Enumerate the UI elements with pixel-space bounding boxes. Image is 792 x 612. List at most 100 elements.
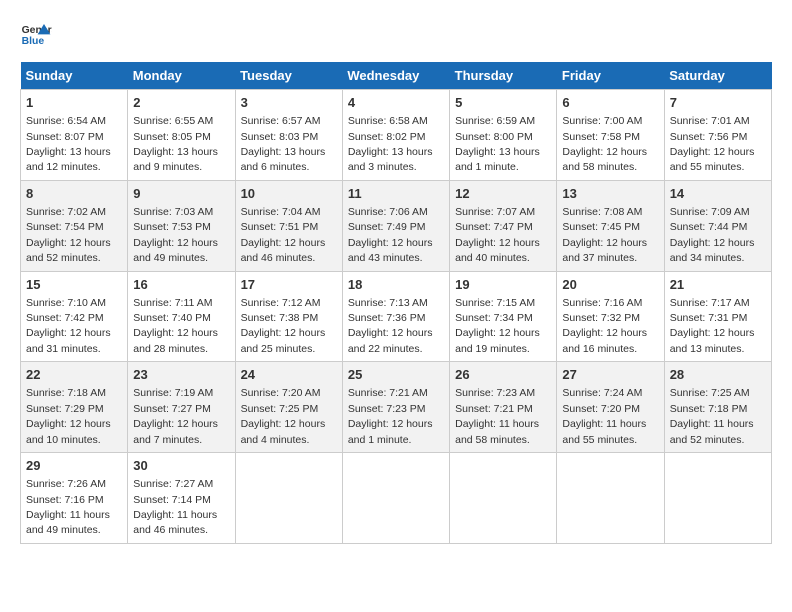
cell-content: Sunrise: 7:27 AMSunset: 7:14 PMDaylight:…	[133, 478, 217, 536]
cell-content: Sunrise: 7:11 AMSunset: 7:40 PMDaylight:…	[133, 297, 218, 355]
cell-content: Sunrise: 7:16 AMSunset: 7:32 PMDaylight:…	[562, 297, 647, 355]
day-header-saturday: Saturday	[664, 62, 771, 90]
day-number: 29	[26, 457, 122, 475]
cell-content: Sunrise: 7:09 AMSunset: 7:44 PMDaylight:…	[670, 206, 755, 264]
calendar-cell: 18 Sunrise: 7:13 AMSunset: 7:36 PMDayligh…	[342, 271, 449, 362]
calendar-cell: 22 Sunrise: 7:18 AMSunset: 7:29 PMDayligh…	[21, 362, 128, 453]
logo-icon: General Blue	[20, 20, 52, 52]
calendar-cell: 7 Sunrise: 7:01 AMSunset: 7:56 PMDaylight…	[664, 90, 771, 181]
calendar-cell	[450, 453, 557, 544]
day-number: 19	[455, 276, 551, 294]
day-number: 16	[133, 276, 229, 294]
day-number: 8	[26, 185, 122, 203]
calendar-body: 1 Sunrise: 6:54 AMSunset: 8:07 PMDaylight…	[21, 90, 772, 544]
day-number: 24	[241, 366, 337, 384]
calendar-cell: 19Sunrise: 7:15 AMSunset: 7:34 PMDayligh…	[450, 271, 557, 362]
calendar-cell: 28 Sunrise: 7:25 AMSunset: 7:18 PMDayligh…	[664, 362, 771, 453]
calendar-cell: 9Sunrise: 7:03 AMSunset: 7:53 PMDaylight…	[128, 180, 235, 271]
calendar-cell: 3Sunrise: 6:57 AMSunset: 8:03 PMDaylight…	[235, 90, 342, 181]
calendar-cell: 12 Sunrise: 7:07 AMSunset: 7:47 PMDayligh…	[450, 180, 557, 271]
day-number: 9	[133, 185, 229, 203]
day-number: 18	[348, 276, 444, 294]
calendar-cell: 30Sunrise: 7:27 AMSunset: 7:14 PMDayligh…	[128, 453, 235, 544]
calendar-header-row: SundayMondayTuesdayWednesdayThursdayFrid…	[21, 62, 772, 90]
day-number: 21	[670, 276, 766, 294]
calendar-week-row: 22 Sunrise: 7:18 AMSunset: 7:29 PMDayligh…	[21, 362, 772, 453]
day-number: 1	[26, 94, 122, 112]
day-header-friday: Friday	[557, 62, 664, 90]
day-header-tuesday: Tuesday	[235, 62, 342, 90]
calendar-cell: 15 Sunrise: 7:10 AMSunset: 7:42 PMDayligh…	[21, 271, 128, 362]
calendar-week-row: 29Sunrise: 7:26 AMSunset: 7:16 PMDayligh…	[21, 453, 772, 544]
day-number: 17	[241, 276, 337, 294]
cell-content: Sunrise: 6:58 AMSunset: 8:02 PMDaylight:…	[348, 115, 433, 173]
calendar-cell: 13 Sunrise: 7:08 AMSunset: 7:45 PMDayligh…	[557, 180, 664, 271]
calendar-cell	[664, 453, 771, 544]
calendar-cell: 17 Sunrise: 7:12 AMSunset: 7:38 PMDayligh…	[235, 271, 342, 362]
calendar-cell: 27 Sunrise: 7:24 AMSunset: 7:20 PMDayligh…	[557, 362, 664, 453]
calendar-cell: 14Sunrise: 7:09 AMSunset: 7:44 PMDayligh…	[664, 180, 771, 271]
cell-content: Sunrise: 7:24 AMSunset: 7:20 PMDaylight:…	[562, 387, 646, 445]
cell-content: Sunrise: 7:13 AMSunset: 7:36 PMDaylight:…	[348, 297, 433, 355]
calendar-cell: 20Sunrise: 7:16 AMSunset: 7:32 PMDayligh…	[557, 271, 664, 362]
calendar-cell: 23Sunrise: 7:19 AMSunset: 7:27 PMDayligh…	[128, 362, 235, 453]
logo: General Blue	[20, 20, 52, 52]
day-number: 2	[133, 94, 229, 112]
cell-content: Sunrise: 7:23 AMSunset: 7:21 PMDaylight:…	[455, 387, 539, 445]
day-number: 5	[455, 94, 551, 112]
cell-content: Sunrise: 7:10 AMSunset: 7:42 PMDaylight:…	[26, 297, 111, 355]
day-header-monday: Monday	[128, 62, 235, 90]
day-number: 3	[241, 94, 337, 112]
calendar-cell: 26 Sunrise: 7:23 AMSunset: 7:21 PMDayligh…	[450, 362, 557, 453]
day-number: 4	[348, 94, 444, 112]
cell-content: Sunrise: 7:12 AMSunset: 7:38 PMDaylight:…	[241, 297, 326, 355]
cell-content: Sunrise: 7:02 AMSunset: 7:54 PMDaylight:…	[26, 206, 111, 264]
calendar-cell: 8 Sunrise: 7:02 AMSunset: 7:54 PMDaylight…	[21, 180, 128, 271]
calendar-cell: 21 Sunrise: 7:17 AMSunset: 7:31 PMDayligh…	[664, 271, 771, 362]
calendar-cell	[235, 453, 342, 544]
calendar-cell: 16 Sunrise: 7:11 AMSunset: 7:40 PMDayligh…	[128, 271, 235, 362]
calendar-cell: 4 Sunrise: 6:58 AMSunset: 8:02 PMDaylight…	[342, 90, 449, 181]
cell-content: Sunrise: 7:20 AMSunset: 7:25 PMDaylight:…	[241, 387, 326, 445]
cell-content: Sunrise: 7:18 AMSunset: 7:29 PMDaylight:…	[26, 387, 111, 445]
day-number: 6	[562, 94, 658, 112]
cell-content: Sunrise: 7:07 AMSunset: 7:47 PMDaylight:…	[455, 206, 540, 264]
calendar-cell: 10 Sunrise: 7:04 AMSunset: 7:51 PMDayligh…	[235, 180, 342, 271]
day-number: 10	[241, 185, 337, 203]
calendar-cell	[557, 453, 664, 544]
cell-content: Sunrise: 7:25 AMSunset: 7:18 PMDaylight:…	[670, 387, 754, 445]
calendar-cell: 5 Sunrise: 6:59 AMSunset: 8:00 PMDaylight…	[450, 90, 557, 181]
calendar-cell: 6Sunrise: 7:00 AMSunset: 7:58 PMDaylight…	[557, 90, 664, 181]
day-header-thursday: Thursday	[450, 62, 557, 90]
day-number: 15	[26, 276, 122, 294]
day-number: 7	[670, 94, 766, 112]
cell-content: Sunrise: 6:59 AMSunset: 8:00 PMDaylight:…	[455, 115, 540, 173]
day-number: 28	[670, 366, 766, 384]
svg-text:Blue: Blue	[22, 36, 45, 47]
cell-content: Sunrise: 7:17 AMSunset: 7:31 PMDaylight:…	[670, 297, 755, 355]
calendar-cell: 2 Sunrise: 6:55 AMSunset: 8:05 PMDaylight…	[128, 90, 235, 181]
cell-content: Sunrise: 7:21 AMSunset: 7:23 PMDaylight:…	[348, 387, 433, 445]
calendar-week-row: 1 Sunrise: 6:54 AMSunset: 8:07 PMDaylight…	[21, 90, 772, 181]
calendar-cell: 11Sunrise: 7:06 AMSunset: 7:49 PMDayligh…	[342, 180, 449, 271]
cell-content: Sunrise: 7:04 AMSunset: 7:51 PMDaylight:…	[241, 206, 326, 264]
page-header: General Blue	[20, 20, 772, 52]
day-number: 11	[348, 185, 444, 203]
day-number: 23	[133, 366, 229, 384]
calendar-cell: 25 Sunrise: 7:21 AMSunset: 7:23 PMDayligh…	[342, 362, 449, 453]
calendar-cell: 24 Sunrise: 7:20 AMSunset: 7:25 PMDayligh…	[235, 362, 342, 453]
calendar-cell: 1 Sunrise: 6:54 AMSunset: 8:07 PMDaylight…	[21, 90, 128, 181]
cell-content: Sunrise: 6:55 AMSunset: 8:05 PMDaylight:…	[133, 115, 218, 173]
day-number: 13	[562, 185, 658, 203]
cell-content: Sunrise: 7:01 AMSunset: 7:56 PMDaylight:…	[670, 115, 755, 173]
day-number: 26	[455, 366, 551, 384]
day-number: 12	[455, 185, 551, 203]
day-number: 22	[26, 366, 122, 384]
day-number: 27	[562, 366, 658, 384]
calendar-table: SundayMondayTuesdayWednesdayThursdayFrid…	[20, 62, 772, 544]
calendar-cell	[342, 453, 449, 544]
cell-content: Sunrise: 7:08 AMSunset: 7:45 PMDaylight:…	[562, 206, 647, 264]
day-number: 25	[348, 366, 444, 384]
day-header-sunday: Sunday	[21, 62, 128, 90]
cell-content: Sunrise: 6:54 AMSunset: 8:07 PMDaylight:…	[26, 115, 111, 173]
